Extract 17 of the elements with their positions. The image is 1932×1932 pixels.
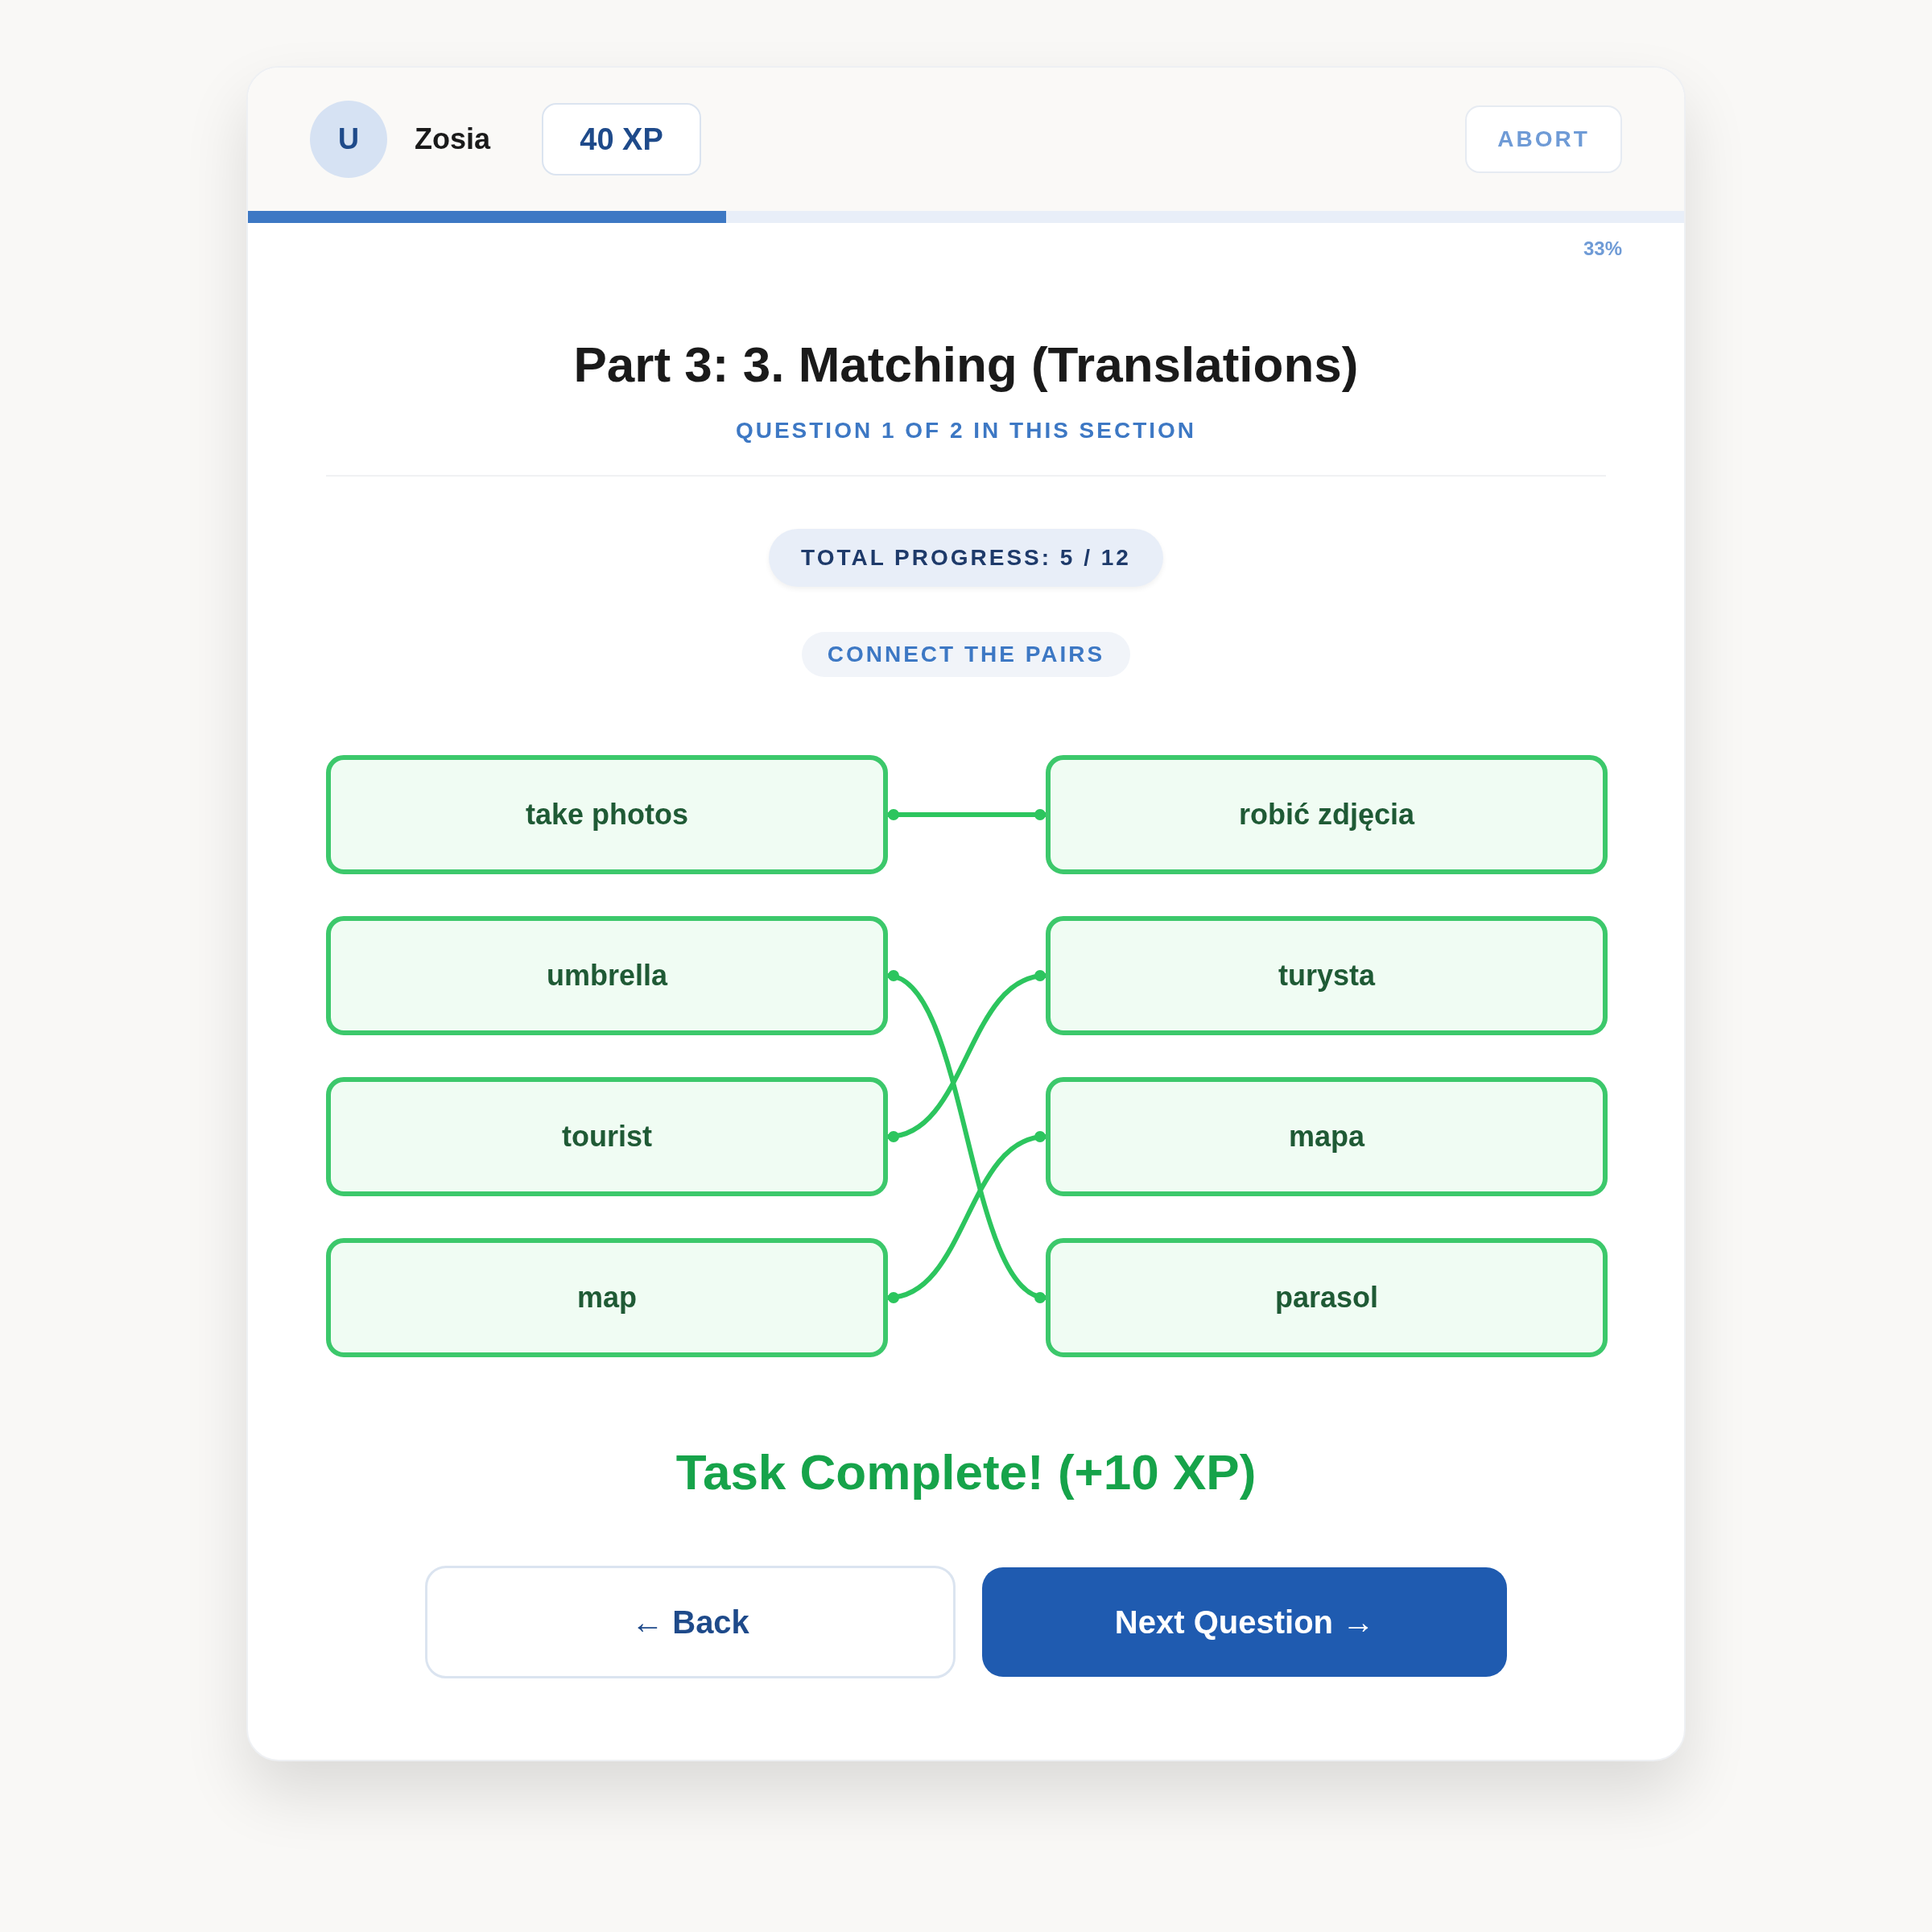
word-card[interactable]: turysta xyxy=(1046,916,1608,1035)
word-card[interactable]: parasol xyxy=(1046,1238,1608,1357)
instruction-label: CONNECT THE PAIRS xyxy=(801,632,1131,677)
word-card[interactable]: take photos xyxy=(326,755,888,874)
xp-badge: 40 XP xyxy=(542,103,702,175)
progress-percent: 33% xyxy=(1583,237,1622,261)
section-subtitle: QUESTION 1 OF 2 IN THIS SECTION xyxy=(735,417,1197,444)
word-card[interactable]: robić zdjęcia xyxy=(1046,755,1608,874)
word-card[interactable]: mapa xyxy=(1046,1077,1608,1196)
word-card[interactable]: map xyxy=(326,1238,888,1357)
total-progress-badge: TOTAL PROGRESS: 5 / 12 xyxy=(769,529,1163,587)
back-button[interactable]: ← Back xyxy=(425,1566,956,1678)
next-button[interactable]: Next Question → xyxy=(982,1567,1507,1677)
word-card[interactable]: tourist xyxy=(326,1077,888,1196)
word-card[interactable]: umbrella xyxy=(326,916,888,1035)
avatar: U xyxy=(310,101,387,178)
user-name: Zosia xyxy=(415,122,491,157)
